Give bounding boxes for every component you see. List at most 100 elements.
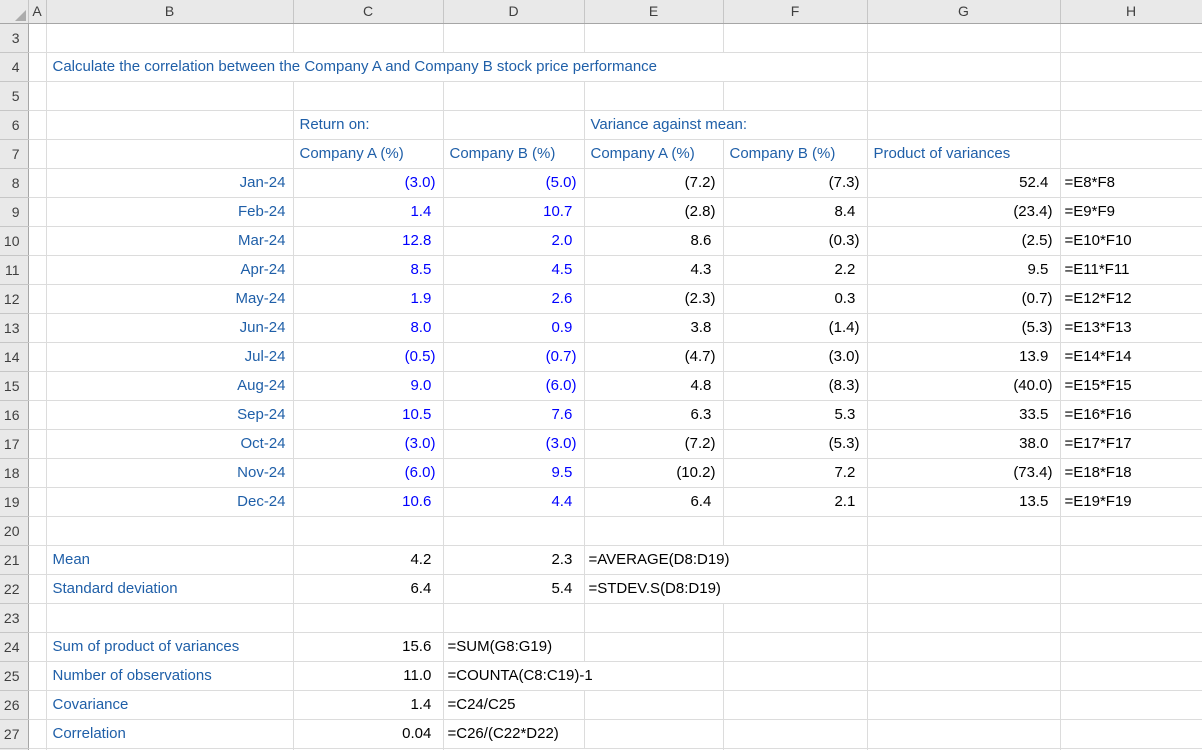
cell-C3[interactable] [293, 24, 443, 53]
cell-B13[interactable]: Jun-24 [46, 314, 293, 343]
cell-G25[interactable] [867, 662, 1060, 691]
column-label-product-of-variances[interactable]: Product of variances [867, 140, 1060, 169]
cell-E24[interactable] [584, 633, 723, 662]
sheet-title[interactable]: Calculate the correlation between the Co… [46, 53, 867, 82]
cell-F25[interactable] [723, 662, 867, 691]
cell-F12[interactable]: 0.3 [723, 285, 867, 314]
cell-A10[interactable] [28, 227, 46, 256]
cell-C10[interactable]: 12.8 [293, 227, 443, 256]
column-header-C[interactable]: C [293, 0, 443, 24]
cell-H24[interactable] [1060, 633, 1202, 662]
cell-F18[interactable]: 7.2 [723, 459, 867, 488]
cell-A9[interactable] [28, 198, 46, 227]
cell-G12[interactable]: (0.7) [867, 285, 1060, 314]
cell-H5[interactable] [1060, 82, 1202, 111]
cell-E27[interactable] [584, 720, 723, 749]
row-header-4[interactable]: 4 [0, 53, 28, 82]
cell-H22[interactable] [1060, 575, 1202, 604]
cell-C8[interactable]: (3.0) [293, 169, 443, 198]
cell-G5[interactable] [867, 82, 1060, 111]
cell-D8[interactable]: (5.0) [443, 169, 584, 198]
cell-D27[interactable]: =C26/(C22*D22) [443, 720, 584, 749]
cell-F8[interactable]: (7.3) [723, 169, 867, 198]
cell-G3[interactable] [867, 24, 1060, 53]
row-header-24[interactable]: 24 [0, 633, 28, 662]
cell-F27[interactable] [723, 720, 867, 749]
cell-C14[interactable]: (0.5) [293, 343, 443, 372]
cell-A8[interactable] [28, 169, 46, 198]
cell-D20[interactable] [443, 517, 584, 546]
cell-E9[interactable]: (2.8) [584, 198, 723, 227]
row-header-12[interactable]: 12 [0, 285, 28, 314]
cell-D18[interactable]: 9.5 [443, 459, 584, 488]
cell-D19[interactable]: 4.4 [443, 488, 584, 517]
cell-H23[interactable] [1060, 604, 1202, 633]
cell-C13[interactable]: 8.0 [293, 314, 443, 343]
cell-E15[interactable]: 4.8 [584, 372, 723, 401]
cell-F24[interactable] [723, 633, 867, 662]
cell-H17[interactable]: =E17*F17 [1060, 430, 1202, 459]
cell-C27[interactable]: 0.04 [293, 720, 443, 749]
column-label-company-a-return[interactable]: Company A (%) [293, 140, 443, 169]
cell-G6[interactable] [867, 111, 1060, 140]
cell-B9[interactable]: Feb-24 [46, 198, 293, 227]
cell-A15[interactable] [28, 372, 46, 401]
cell-E13[interactable]: 3.8 [584, 314, 723, 343]
cell-B10[interactable]: Mar-24 [46, 227, 293, 256]
cell-C20[interactable] [293, 517, 443, 546]
cell-G13[interactable]: (5.3) [867, 314, 1060, 343]
row-header-16[interactable]: 16 [0, 401, 28, 430]
row-header-3[interactable]: 3 [0, 24, 28, 53]
cell-C16[interactable]: 10.5 [293, 401, 443, 430]
cell-E20[interactable] [584, 517, 723, 546]
column-header-H[interactable]: H [1060, 0, 1202, 24]
cell-E12[interactable]: (2.3) [584, 285, 723, 314]
row-header-11[interactable]: 11 [0, 256, 28, 285]
cell-C23[interactable] [293, 604, 443, 633]
cell-B15[interactable]: Aug-24 [46, 372, 293, 401]
cell-H14[interactable]: =E14*F14 [1060, 343, 1202, 372]
cell-F16[interactable]: 5.3 [723, 401, 867, 430]
cell-H27[interactable] [1060, 720, 1202, 749]
cell-A7[interactable] [28, 140, 46, 169]
cell-H6[interactable] [1060, 111, 1202, 140]
cell-A22[interactable] [28, 575, 46, 604]
cell-D23[interactable] [443, 604, 584, 633]
cell-H10[interactable]: =E10*F10 [1060, 227, 1202, 256]
cell-A16[interactable] [28, 401, 46, 430]
cell-B19[interactable]: Dec-24 [46, 488, 293, 517]
cell-G16[interactable]: 33.5 [867, 401, 1060, 430]
cell-H16[interactable]: =E16*F16 [1060, 401, 1202, 430]
cell-A23[interactable] [28, 604, 46, 633]
select-all-button[interactable] [0, 0, 28, 24]
cell-A17[interactable] [28, 430, 46, 459]
column-header-B[interactable]: B [46, 0, 293, 24]
row-header-6[interactable]: 6 [0, 111, 28, 140]
cell-B20[interactable] [46, 517, 293, 546]
cell-H21[interactable] [1060, 546, 1202, 575]
cell-D14[interactable]: (0.7) [443, 343, 584, 372]
cell-B17[interactable]: Oct-24 [46, 430, 293, 459]
row-header-14[interactable]: 14 [0, 343, 28, 372]
cell-A21[interactable] [28, 546, 46, 575]
cell-E14[interactable]: (4.7) [584, 343, 723, 372]
cell-C12[interactable]: 1.9 [293, 285, 443, 314]
row-header-8[interactable]: 8 [0, 169, 28, 198]
result-label-covariance[interactable]: Covariance [46, 691, 293, 720]
cell-F15[interactable]: (8.3) [723, 372, 867, 401]
cell-H13[interactable]: =E13*F13 [1060, 314, 1202, 343]
column-label-company-a-variance[interactable]: Company A (%) [584, 140, 723, 169]
cell-D12[interactable]: 2.6 [443, 285, 584, 314]
cell-H7[interactable] [1060, 140, 1202, 169]
cell-C15[interactable]: 9.0 [293, 372, 443, 401]
section-header-variance-against-mean[interactable]: Variance against mean: [584, 111, 867, 140]
cell-A14[interactable] [28, 343, 46, 372]
cell-G24[interactable] [867, 633, 1060, 662]
cell-D10[interactable]: 2.0 [443, 227, 584, 256]
cell-G11[interactable]: 9.5 [867, 256, 1060, 285]
cell-A27[interactable] [28, 720, 46, 749]
cell-A13[interactable] [28, 314, 46, 343]
cell-H12[interactable]: =E12*F12 [1060, 285, 1202, 314]
cell-G17[interactable]: 38.0 [867, 430, 1060, 459]
cell-A20[interactable] [28, 517, 46, 546]
